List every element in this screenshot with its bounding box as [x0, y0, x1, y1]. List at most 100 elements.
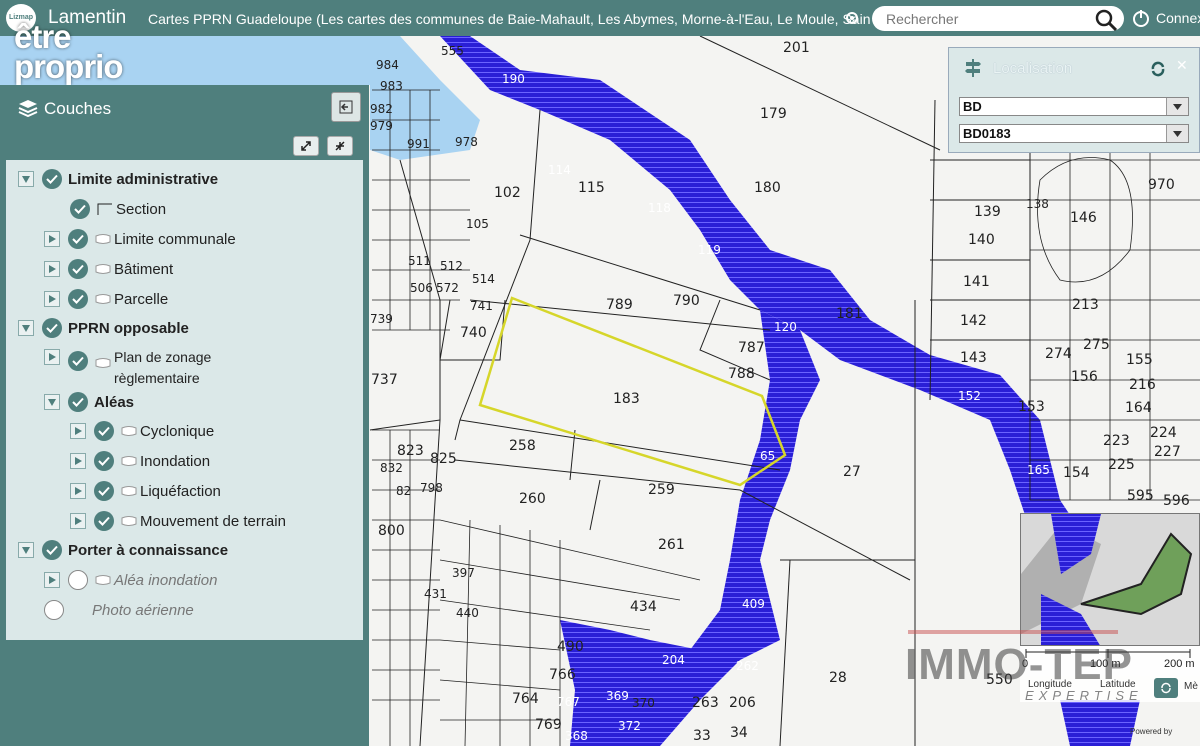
svg-text:787: 787 — [738, 340, 765, 356]
tree-expand-icon[interactable] — [44, 231, 60, 247]
svg-text:179: 179 — [760, 106, 787, 122]
refresh-icon[interactable] — [1150, 60, 1166, 83]
svg-text:139: 139 — [974, 204, 1001, 220]
svg-text:440: 440 — [456, 606, 479, 620]
layer-photo-aerienne[interactable]: Photo aérienne — [44, 600, 194, 620]
layer-mouvement-terrain[interactable]: Mouvement de terrain — [70, 511, 286, 531]
collapse-all-button[interactable] — [327, 136, 353, 156]
svg-text:223: 223 — [1103, 433, 1130, 449]
overview-map[interactable] — [1020, 513, 1200, 646]
svg-text:983: 983 — [380, 79, 403, 93]
layer-group-aleas[interactable]: Aléas — [44, 392, 134, 412]
tree-toggle-icon[interactable] — [18, 171, 34, 187]
checkbox-unchecked-icon[interactable] — [68, 570, 88, 590]
svg-text:431: 431 — [424, 587, 447, 601]
svg-text:800: 800 — [378, 523, 405, 539]
polygon-legend-icon — [121, 486, 137, 496]
svg-text:34: 34 — [730, 725, 748, 741]
polygon-legend-icon — [95, 575, 111, 585]
radio-unchecked-icon[interactable] — [44, 600, 64, 620]
svg-text:142: 142 — [960, 313, 987, 329]
tree-toggle-icon[interactable] — [18, 320, 34, 336]
tree-expand-icon[interactable] — [70, 483, 86, 499]
svg-text:262: 262 — [736, 659, 759, 673]
svg-text:65: 65 — [760, 449, 775, 463]
svg-text:769: 769 — [535, 717, 562, 733]
select-value: BD0183 — [963, 126, 1011, 141]
powered-by: Powered by — [1130, 727, 1173, 736]
search-icon[interactable] — [1094, 8, 1118, 37]
checkbox-checked-icon[interactable] — [68, 351, 88, 371]
svg-text:514: 514 — [472, 272, 495, 286]
svg-text:982: 982 — [370, 102, 393, 116]
layer-alea-inondation[interactable]: Aléa inondation — [44, 570, 217, 590]
gear-icon[interactable] — [844, 10, 860, 31]
chevron-down-icon[interactable] — [1166, 98, 1188, 115]
immo-tep-watermark: IMMO-TEP — [905, 640, 1133, 689]
svg-text:369: 369 — [606, 689, 629, 703]
svg-text:766: 766 — [549, 667, 576, 683]
svg-text:164: 164 — [1125, 400, 1152, 416]
tree-expand-icon[interactable] — [44, 572, 60, 588]
layer-inondation[interactable]: Inondation — [70, 451, 210, 471]
collapse-panel-button[interactable] — [331, 92, 361, 122]
layer-label: Plan de zonage — [114, 349, 212, 365]
checkbox-checked-icon[interactable] — [68, 392, 88, 412]
top-header: Lizmap Lamentin Cartes PPRN Guadeloupe (… — [0, 0, 1200, 36]
etre-proprio-watermark: être proprio — [14, 20, 123, 83]
layer-group-porter-a-connaissance[interactable]: Porter à connaissance — [18, 540, 228, 560]
layer-label: Inondation — [140, 452, 211, 470]
svg-text:978: 978 — [455, 135, 478, 149]
checkbox-checked-icon[interactable] — [94, 451, 114, 471]
layer-parcelle[interactable]: Parcelle — [44, 289, 168, 309]
layer-limite-communale[interactable]: Limite communale — [44, 229, 236, 249]
checkbox-checked-icon[interactable] — [70, 199, 90, 219]
checkbox-checked-icon[interactable] — [68, 289, 88, 309]
checkbox-checked-icon[interactable] — [94, 511, 114, 531]
layer-section[interactable]: Section — [70, 199, 166, 219]
search-input[interactable] — [872, 6, 1124, 31]
svg-text:741: 741 — [470, 299, 493, 313]
checkbox-checked-icon[interactable] — [68, 229, 88, 249]
tree-expand-icon[interactable] — [70, 423, 86, 439]
svg-text:224: 224 — [1150, 425, 1177, 441]
layer-cyclonique[interactable]: Cyclonique — [70, 421, 214, 441]
expand-all-button[interactable] — [293, 136, 319, 156]
layer-group-limite-administrative[interactable]: Limite administrative — [18, 169, 218, 189]
close-icon[interactable]: ✕ — [1176, 57, 1188, 74]
section-legend-icon — [97, 203, 112, 215]
tree-expand-icon[interactable] — [44, 291, 60, 307]
localisation-select-parcel[interactable]: BD0183 — [959, 124, 1189, 143]
checkbox-checked-icon[interactable] — [42, 169, 62, 189]
polygon-legend-icon — [121, 426, 137, 436]
localisation-select-section[interactable]: BD — [959, 97, 1189, 116]
layer-batiment[interactable]: Bâtiment — [44, 259, 173, 279]
polygon-legend-icon — [121, 516, 137, 526]
layer-group-pprn-opposable[interactable]: PPRN opposable — [18, 318, 189, 338]
tree-toggle-icon[interactable] — [18, 542, 34, 558]
refresh-coords-icon[interactable] — [1154, 678, 1178, 698]
svg-text:555: 555 — [441, 44, 464, 58]
tree-toggle-icon[interactable] — [44, 394, 60, 410]
checkbox-checked-icon[interactable] — [68, 259, 88, 279]
tree-expand-icon[interactable] — [70, 453, 86, 469]
svg-text:155: 155 — [1126, 352, 1153, 368]
checkbox-checked-icon[interactable] — [42, 318, 62, 338]
svg-text:274: 274 — [1045, 346, 1072, 362]
tree-expand-icon[interactable] — [44, 349, 60, 365]
checkbox-checked-icon[interactable] — [42, 540, 62, 560]
coords-unit[interactable]: Mè — [1184, 681, 1198, 692]
svg-text:143: 143 — [960, 350, 987, 366]
layer-liquefaction[interactable]: Liquéfaction — [70, 481, 221, 501]
svg-text:572: 572 — [436, 281, 459, 295]
svg-text:225: 225 — [1108, 457, 1135, 473]
tree-expand-icon[interactable] — [70, 513, 86, 529]
scale-tick-200: 200 m — [1164, 658, 1195, 670]
connect-button[interactable]: Connexion — [1132, 9, 1200, 27]
checkbox-checked-icon[interactable] — [94, 481, 114, 501]
tree-expand-icon[interactable] — [44, 261, 60, 277]
svg-text:27: 27 — [843, 464, 861, 480]
checkbox-checked-icon[interactable] — [94, 421, 114, 441]
chevron-down-icon[interactable] — [1166, 125, 1188, 142]
layer-plan-zonage[interactable]: Plan de zonage règlementaire — [44, 347, 211, 389]
